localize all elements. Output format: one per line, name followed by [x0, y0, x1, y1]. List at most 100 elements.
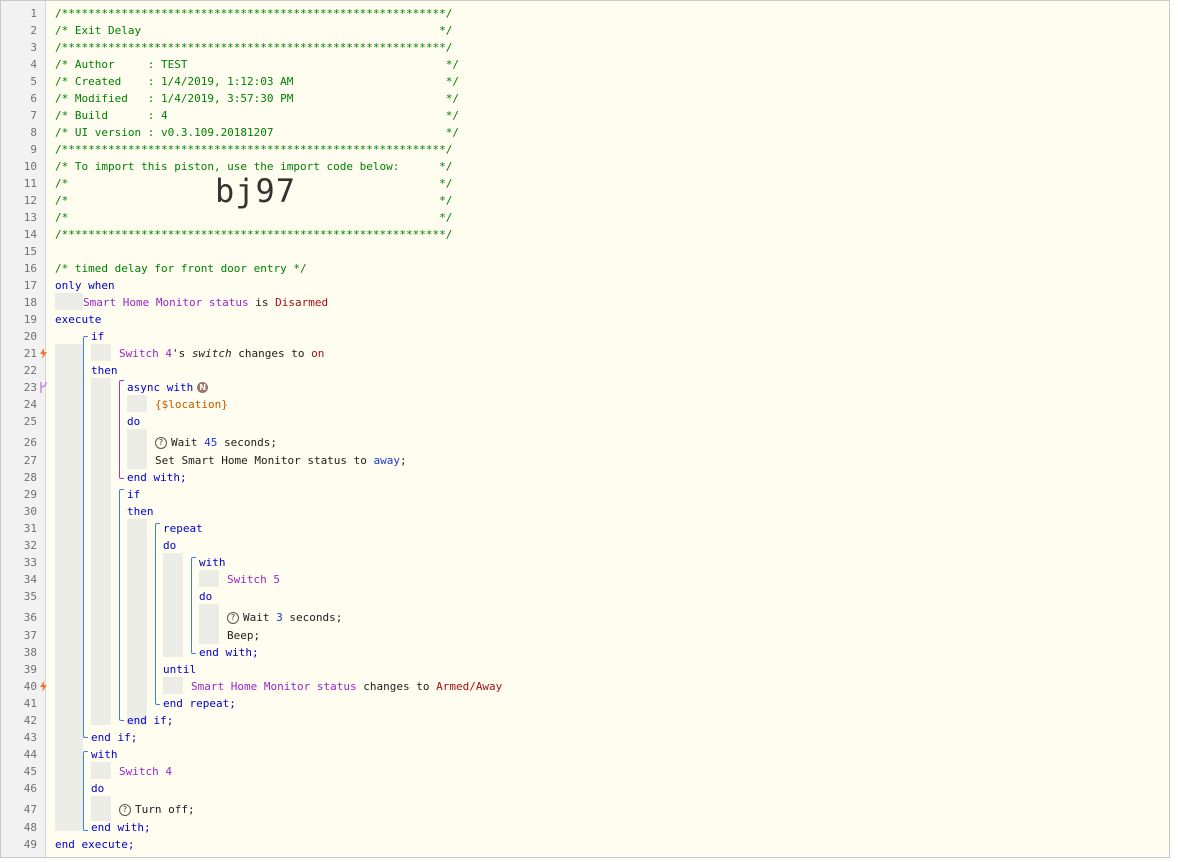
code-line[interactable]: 10 /* To import this piston, use the imp…: [1, 158, 1169, 175]
keyword-if[interactable]: if: [91, 328, 104, 345]
n-badge-icon: N: [197, 382, 209, 393]
code-line[interactable]: 12 /* */ bj97: [1, 175, 1169, 209]
code-line[interactable]: 16 /* timed delay for front door entry *…: [1, 260, 1169, 277]
keyword-do[interactable]: do: [163, 537, 176, 554]
line-number: 7: [30, 109, 37, 122]
code-line[interactable]: 17 only when: [1, 277, 1169, 294]
keyword-end-with[interactable]: end with;: [127, 469, 187, 486]
async-with-statement[interactable]: async with N: [127, 379, 209, 396]
code-line[interactable]: 22 then: [1, 362, 1169, 379]
keyword-end-if[interactable]: end if;: [127, 712, 173, 729]
keyword-if[interactable]: if: [127, 486, 140, 503]
line-number: 3: [30, 41, 37, 54]
keyword-do[interactable]: do: [199, 588, 212, 605]
keyword-end-repeat[interactable]: end repeat;: [163, 695, 236, 712]
condition-statement[interactable]: Smart Home Monitor status is Disarmed: [83, 294, 328, 311]
code-line[interactable]: 4 /* Author : TEST */: [1, 56, 1169, 73]
line-number: 24: [23, 398, 37, 411]
value: away: [373, 454, 401, 467]
code-line[interactable]: 45 Switch 4: [1, 763, 1169, 780]
line-number: 31: [23, 522, 37, 535]
line-number: 14: [23, 228, 37, 241]
code-editor[interactable]: 1 /*************************************…: [0, 0, 1170, 858]
code-line[interactable]: 23 async with N: [1, 379, 1169, 396]
code-line[interactable]: 33 with: [1, 554, 1169, 571]
code-line[interactable]: 34 Switch 5: [1, 571, 1169, 588]
line-number: 42: [23, 714, 37, 727]
keyword-end-with[interactable]: end with;: [91, 819, 151, 836]
code-line[interactable]: 38 end with;: [1, 644, 1169, 661]
code-line[interactable]: 35 do: [1, 588, 1169, 605]
code-line[interactable]: 43 end if;: [1, 729, 1169, 746]
code-line[interactable]: 48 end with;: [1, 819, 1169, 836]
code-line[interactable]: 6 /* Modified : 1/4/2019, 3:57:30 PM */: [1, 90, 1169, 107]
code-line[interactable]: 21 Switch 4's switch changes to on: [1, 345, 1169, 362]
keyword-then[interactable]: then: [91, 362, 118, 379]
code-line[interactable]: 47 ? Turn off;: [1, 801, 1169, 818]
code-line[interactable]: 15: [1, 243, 1169, 260]
code-line[interactable]: 19 execute: [1, 311, 1169, 328]
code-line[interactable]: 41 end repeat;: [1, 695, 1169, 712]
keyword-with[interactable]: with: [199, 554, 226, 571]
line-number: 26: [23, 436, 37, 449]
set-shm-statement[interactable]: Set Smart Home Monitor status to away;: [155, 452, 407, 469]
code-line[interactable]: 7 /* Build : 4 */: [1, 107, 1169, 124]
keyword-do[interactable]: do: [127, 413, 140, 430]
code-line[interactable]: 1 /*************************************…: [1, 5, 1169, 22]
code-line[interactable]: 11 /* */: [1, 175, 1169, 192]
code-line[interactable]: 24 {$location}: [1, 396, 1169, 413]
location-variable[interactable]: {$location}: [155, 396, 228, 413]
keyword-with[interactable]: with: [91, 746, 118, 763]
code-line[interactable]: 13 /* */: [1, 209, 1169, 226]
code-line[interactable]: 37 Beep;: [1, 627, 1169, 644]
keyword-execute[interactable]: execute: [55, 311, 101, 328]
wait-keyword: Wait: [243, 611, 270, 624]
code-line[interactable]: 20 if: [1, 328, 1169, 345]
code-line[interactable]: 14 /************************************…: [1, 226, 1169, 243]
help-icon[interactable]: ?: [119, 804, 131, 816]
wait-statement[interactable]: ? Wait 45 seconds;: [155, 434, 277, 451]
code-line[interactable]: 44 with: [1, 746, 1169, 763]
keyword-then[interactable]: then: [127, 503, 154, 520]
comment-text: /***************************************…: [55, 41, 453, 54]
code-line[interactable]: 3 /*************************************…: [1, 39, 1169, 56]
code-line[interactable]: 32 do: [1, 537, 1169, 554]
wait-statement[interactable]: ? Wait 3 seconds;: [227, 609, 342, 626]
comment-text: /* Exit Delay */: [55, 24, 453, 37]
device-name[interactable]: Switch 5: [227, 571, 280, 588]
code-line[interactable]: 49 end execute;: [1, 836, 1169, 853]
code-line[interactable]: 9 /*************************************…: [1, 141, 1169, 158]
code-line[interactable]: 2 /* Exit Delay */: [1, 22, 1169, 39]
code-line[interactable]: 18 Smart Home Monitor status is Disarmed: [1, 294, 1169, 311]
code-line[interactable]: 25 do: [1, 413, 1169, 430]
code-line[interactable]: 40 Smart Home Monitor status changes to …: [1, 678, 1169, 695]
keyword-do[interactable]: do: [91, 780, 104, 797]
help-icon[interactable]: ?: [227, 612, 239, 624]
keyword-only-when[interactable]: only when: [55, 277, 115, 294]
device-name[interactable]: Switch 4: [119, 763, 172, 780]
beep-statement[interactable]: Beep;: [227, 627, 260, 644]
code-line[interactable]: 8 /* UI version : v0.3.109.20181207 */: [1, 124, 1169, 141]
code-line[interactable]: 26 ? Wait 45 seconds;: [1, 434, 1169, 451]
code-line[interactable]: 30 then: [1, 503, 1169, 520]
line-number: 4: [30, 58, 37, 71]
code-line[interactable]: 5 /* Created : 1/4/2019, 1:12:03 AM */: [1, 73, 1169, 90]
keyword-end-with[interactable]: end with;: [199, 644, 259, 661]
code-line[interactable]: 42 end if;: [1, 712, 1169, 729]
until-condition[interactable]: Smart Home Monitor status changes to Arm…: [191, 678, 502, 695]
code-line[interactable]: 31 repeat: [1, 520, 1169, 537]
line-number: 32: [23, 539, 37, 552]
keyword-repeat[interactable]: repeat: [163, 520, 203, 537]
code-line[interactable]: 36 ? Wait 3 seconds;: [1, 609, 1169, 626]
keyword-end-if[interactable]: end if;: [91, 729, 137, 746]
code-line[interactable]: 29 if: [1, 486, 1169, 503]
trigger-statement[interactable]: Switch 4's switch changes to on: [119, 345, 324, 362]
code-line[interactable]: 39 until: [1, 661, 1169, 678]
code-line[interactable]: 28 end with;: [1, 469, 1169, 486]
turn-off-statement[interactable]: ? Turn off;: [119, 801, 195, 818]
keyword-until[interactable]: until: [163, 661, 196, 678]
keyword-end-execute[interactable]: end execute;: [55, 836, 134, 853]
help-icon[interactable]: ?: [155, 437, 167, 449]
code-line[interactable]: 27 Set Smart Home Monitor status to away…: [1, 452, 1169, 469]
code-line[interactable]: 46 do: [1, 780, 1169, 797]
